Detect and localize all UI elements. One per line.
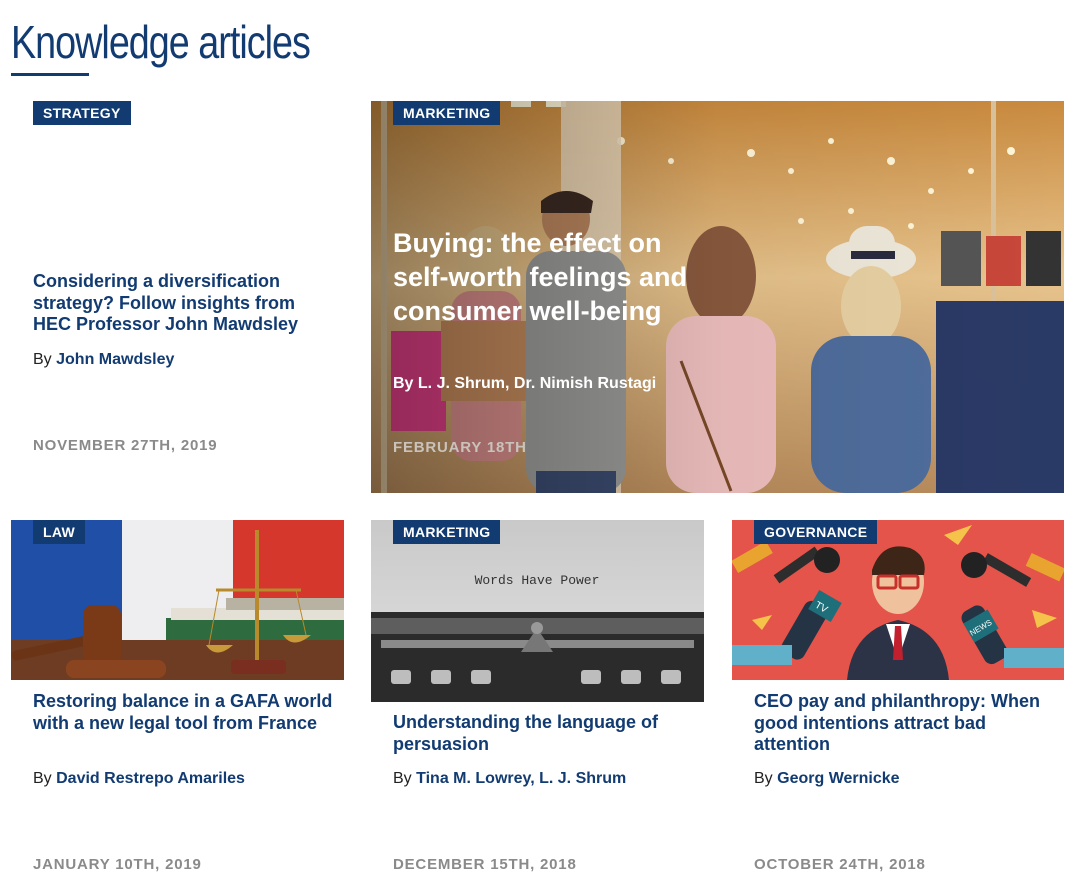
ceo-press-microphones-image[interactable]: TV NEWS	[732, 520, 1064, 680]
author-link[interactable]: Georg Wernicke	[777, 770, 899, 787]
article-title[interactable]: Considering a diversification strategy? …	[33, 271, 333, 336]
typewriter-text: Words Have Power	[475, 573, 600, 588]
article-byline: By John Mawdsley	[33, 351, 174, 369]
article-card-persuasion[interactable]: Words Have Power MARKETING Understanding…	[371, 520, 704, 880]
article-byline: By L. J. Shrum, Dr. Nimish Rustagi	[393, 375, 656, 393]
article-date: FEBRUARY 18TH	[393, 439, 527, 456]
byline-prefix: By	[393, 375, 414, 392]
category-tag[interactable]: MARKETING	[393, 101, 501, 125]
article-date: OCTOBER 24TH, 2018	[754, 856, 926, 873]
article-card-governance[interactable]: TV NEWS GOVERNANCE CEO pay and philanthr…	[732, 520, 1064, 880]
article-title[interactable]: Buying: the effect on self-worth feeling…	[393, 226, 693, 328]
article-title[interactable]: Restoring balance in a GAFA world with a…	[33, 691, 333, 734]
article-card-strategy[interactable]: STRATEGY Considering a diversification s…	[11, 101, 351, 493]
article-card-featured[interactable]: MARKETING Buying: the effect on self-wor…	[371, 101, 1064, 493]
article-date: NOVEMBER 27TH, 2019	[33, 437, 218, 454]
page-title: Knowledge articles	[11, 16, 311, 68]
article-title[interactable]: CEO pay and philanthropy: When good inte…	[754, 691, 1054, 756]
byline-prefix: By	[33, 351, 52, 368]
byline-prefix: By	[33, 770, 52, 787]
article-byline: By Georg Wernicke	[754, 770, 900, 788]
title-underline	[11, 73, 89, 76]
article-date: JANUARY 10TH, 2019	[33, 856, 202, 873]
category-tag[interactable]: GOVERNANCE	[754, 520, 878, 544]
byline-prefix: By	[754, 770, 773, 787]
author-link[interactable]: L. J. Shrum, Dr. Nimish Rustagi	[418, 375, 656, 392]
author-link[interactable]: Tina M. Lowrey, L. J. Shrum	[416, 770, 626, 787]
category-tag[interactable]: LAW	[33, 520, 86, 544]
author-link[interactable]: David Restrepo Amariles	[56, 770, 245, 787]
article-date: DECEMBER 15TH, 2018	[393, 856, 577, 873]
category-tag[interactable]: STRATEGY	[33, 101, 131, 125]
category-tag[interactable]: MARKETING	[393, 520, 501, 544]
author-link[interactable]: John Mawdsley	[56, 351, 174, 368]
gavel-scales-french-flag-image[interactable]	[11, 520, 344, 680]
article-byline: By David Restrepo Amariles	[33, 770, 245, 788]
article-byline: By Tina M. Lowrey, L. J. Shrum	[393, 770, 626, 788]
typewriter-image[interactable]: Words Have Power	[371, 520, 704, 702]
article-card-law[interactable]: LAW Restoring balance in a GAFA world wi…	[11, 520, 344, 880]
byline-prefix: By	[393, 770, 412, 787]
article-title[interactable]: Understanding the language of persuasion	[393, 712, 693, 755]
